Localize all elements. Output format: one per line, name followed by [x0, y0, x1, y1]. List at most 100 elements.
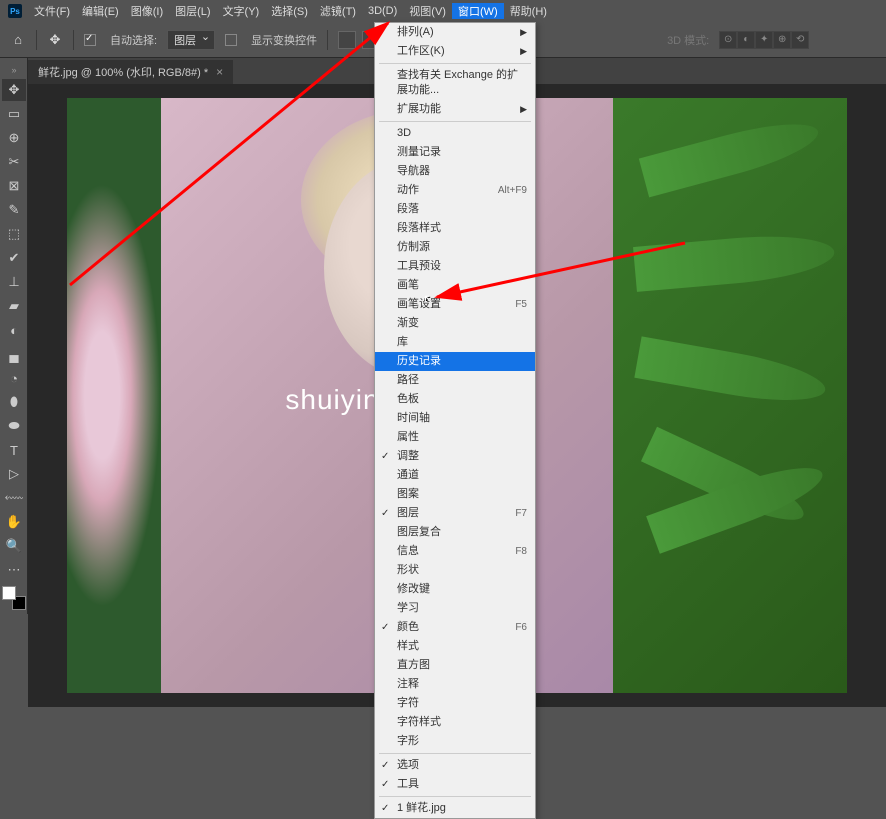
menu-3d[interactable]: 3D(D)	[362, 5, 403, 17]
menu-bar: Ps 文件(F) 编辑(E) 图像(I) 图层(L) 文字(Y) 选择(S) 滤…	[0, 0, 886, 22]
menu-separator	[379, 753, 531, 754]
3d-mode-5[interactable]: ⟲	[791, 31, 809, 49]
3d-mode-2[interactable]: ◐	[737, 31, 755, 49]
menu-edit[interactable]: 编辑(E)	[76, 3, 125, 19]
menu-item-通道[interactable]: 通道	[375, 466, 535, 485]
menu-item-颜色[interactable]: ✓颜色F6	[375, 618, 535, 637]
menu-item-工具预设[interactable]: 工具预设	[375, 257, 535, 276]
tool-3[interactable]: ✂	[2, 151, 26, 173]
tool-5[interactable]: ✎	[2, 199, 26, 221]
menu-item-选项[interactable]: ✓选项	[375, 756, 535, 775]
menu-item-排列(A)[interactable]: 排列(A)▶	[375, 23, 535, 42]
menu-view[interactable]: 视图(V)	[403, 3, 452, 19]
menu-item-图层复合[interactable]: 图层复合	[375, 523, 535, 542]
menu-item-导航器[interactable]: 导航器	[375, 162, 535, 181]
menu-layer[interactable]: 图层(L)	[169, 3, 216, 19]
menu-item-测量记录[interactable]: 测量记录	[375, 143, 535, 162]
menu-item-工作区(K)[interactable]: 工作区(K)▶	[375, 42, 535, 61]
layer-dropdown[interactable]: 图层	[167, 30, 215, 50]
menu-image[interactable]: 图像(I)	[125, 3, 169, 19]
collapse-icon[interactable]: »	[2, 63, 26, 77]
cursor-icon: ↖	[423, 291, 435, 308]
menu-item-学习[interactable]: 学习	[375, 599, 535, 618]
menu-item-修改键[interactable]: 修改键	[375, 580, 535, 599]
menu-item-动作[interactable]: 动作Alt+F9	[375, 181, 535, 200]
menu-item-形状[interactable]: 形状	[375, 561, 535, 580]
menu-item-库[interactable]: 库	[375, 333, 535, 352]
auto-select-checkbox[interactable]	[84, 34, 96, 46]
tool-1[interactable]: ▭	[2, 103, 26, 125]
menu-type[interactable]: 文字(Y)	[217, 3, 266, 19]
menu-separator	[379, 796, 531, 797]
tool-more[interactable]: ⋯	[2, 559, 26, 581]
menu-item-渐变[interactable]: 渐变	[375, 314, 535, 333]
show-transform-checkbox[interactable]	[225, 34, 237, 46]
auto-select-label: 自动选择:	[110, 32, 157, 48]
menu-item-调整[interactable]: ✓调整	[375, 447, 535, 466]
menu-item-画笔设置[interactable]: 画笔设置F5	[375, 295, 535, 314]
menu-item-查找有关 Exchange 的扩展功能...[interactable]: 查找有关 Exchange 的扩展功能...	[375, 66, 535, 100]
menu-item-历史记录[interactable]: 历史记录	[375, 352, 535, 371]
tool-11[interactable]: ▄	[2, 343, 26, 365]
tool-6[interactable]: ⬚	[2, 223, 26, 245]
menu-item-时间轴[interactable]: 时间轴	[375, 409, 535, 428]
tool-13[interactable]: ⬮	[2, 391, 26, 413]
menu-item-图层[interactable]: ✓图层F7	[375, 504, 535, 523]
menu-item-直方图[interactable]: 直方图	[375, 656, 535, 675]
document-tab[interactable]: 鲜花.jpg @ 100% (水印, RGB/8#) * ×	[28, 60, 233, 84]
color-swatch[interactable]	[2, 586, 26, 610]
watermark-text: shuiyin	[285, 384, 379, 416]
tool-10[interactable]: ◐	[2, 319, 26, 341]
menu-item-字形[interactable]: 字形	[375, 732, 535, 751]
ps-logo-icon: Ps	[8, 4, 22, 18]
menu-file[interactable]: 文件(F)	[28, 3, 76, 19]
tool-17[interactable]: ⬳	[2, 487, 26, 509]
tool-2[interactable]: ⊕	[2, 127, 26, 149]
home-icon[interactable]: ⌂	[10, 32, 26, 48]
tool-8[interactable]: ⊥	[2, 271, 26, 293]
tool-9[interactable]: ▰	[2, 295, 26, 317]
tool-15[interactable]: T	[2, 439, 26, 461]
menu-filter[interactable]: 滤镜(T)	[314, 3, 362, 19]
3d-mode-4[interactable]: ⊕	[773, 31, 791, 49]
tool-4[interactable]: ⊠	[2, 175, 26, 197]
tool-7[interactable]: ✔	[2, 247, 26, 269]
tool-12[interactable]: ◔	[2, 367, 26, 389]
tool-14[interactable]: ⬬	[2, 415, 26, 437]
menu-item-注释[interactable]: 注释	[375, 675, 535, 694]
menu-item-路径[interactable]: 路径	[375, 371, 535, 390]
menu-item-扩展功能[interactable]: 扩展功能▶	[375, 100, 535, 119]
document-tab-title: 鲜花.jpg @ 100% (水印, RGB/8#) *	[38, 64, 208, 80]
menu-item-段落[interactable]: 段落	[375, 200, 535, 219]
menu-item-字符样式[interactable]: 字符样式	[375, 713, 535, 732]
menu-item-1 鲜花.jpg[interactable]: ✓1 鲜花.jpg	[375, 799, 535, 818]
3d-mode-1[interactable]: ⊙	[719, 31, 737, 49]
menu-item-画笔[interactable]: 画笔	[375, 276, 535, 295]
menu-separator	[379, 63, 531, 64]
menu-item-3D[interactable]: 3D	[375, 124, 535, 143]
show-transform-label: 显示变换控件	[251, 32, 317, 48]
menu-separator	[379, 121, 531, 122]
tool-19[interactable]: 🔍	[2, 535, 26, 557]
menu-item-样式[interactable]: 样式	[375, 637, 535, 656]
menu-item-色板[interactable]: 色板	[375, 390, 535, 409]
menu-item-字符[interactable]: 字符	[375, 694, 535, 713]
menu-item-段落样式[interactable]: 段落样式	[375, 219, 535, 238]
tools-panel: » ✥▭⊕✂⊠✎⬚✔⊥▰◐▄◔⬮⬬T▷⬳✋🔍⋯	[0, 58, 28, 614]
menu-item-工具[interactable]: ✓工具	[375, 775, 535, 794]
menu-help[interactable]: 帮助(H)	[504, 3, 553, 19]
menu-select[interactable]: 选择(S)	[265, 3, 314, 19]
menu-item-图案[interactable]: 图案	[375, 485, 535, 504]
menu-item-属性[interactable]: 属性	[375, 428, 535, 447]
close-icon[interactable]: ×	[216, 65, 223, 79]
tool-0[interactable]: ✥	[2, 79, 26, 101]
window-dropdown-menu: 排列(A)▶工作区(K)▶ 查找有关 Exchange 的扩展功能...扩展功能▶…	[374, 22, 536, 819]
menu-item-仿制源[interactable]: 仿制源	[375, 238, 535, 257]
menu-item-信息[interactable]: 信息F8	[375, 542, 535, 561]
menu-window[interactable]: 窗口(W)	[452, 3, 504, 19]
tool-16[interactable]: ▷	[2, 463, 26, 485]
align-icon-1[interactable]	[338, 31, 356, 49]
move-tool-icon[interactable]: ✥	[47, 32, 63, 48]
tool-18[interactable]: ✋	[2, 511, 26, 533]
3d-mode-3[interactable]: ✦	[755, 31, 773, 49]
